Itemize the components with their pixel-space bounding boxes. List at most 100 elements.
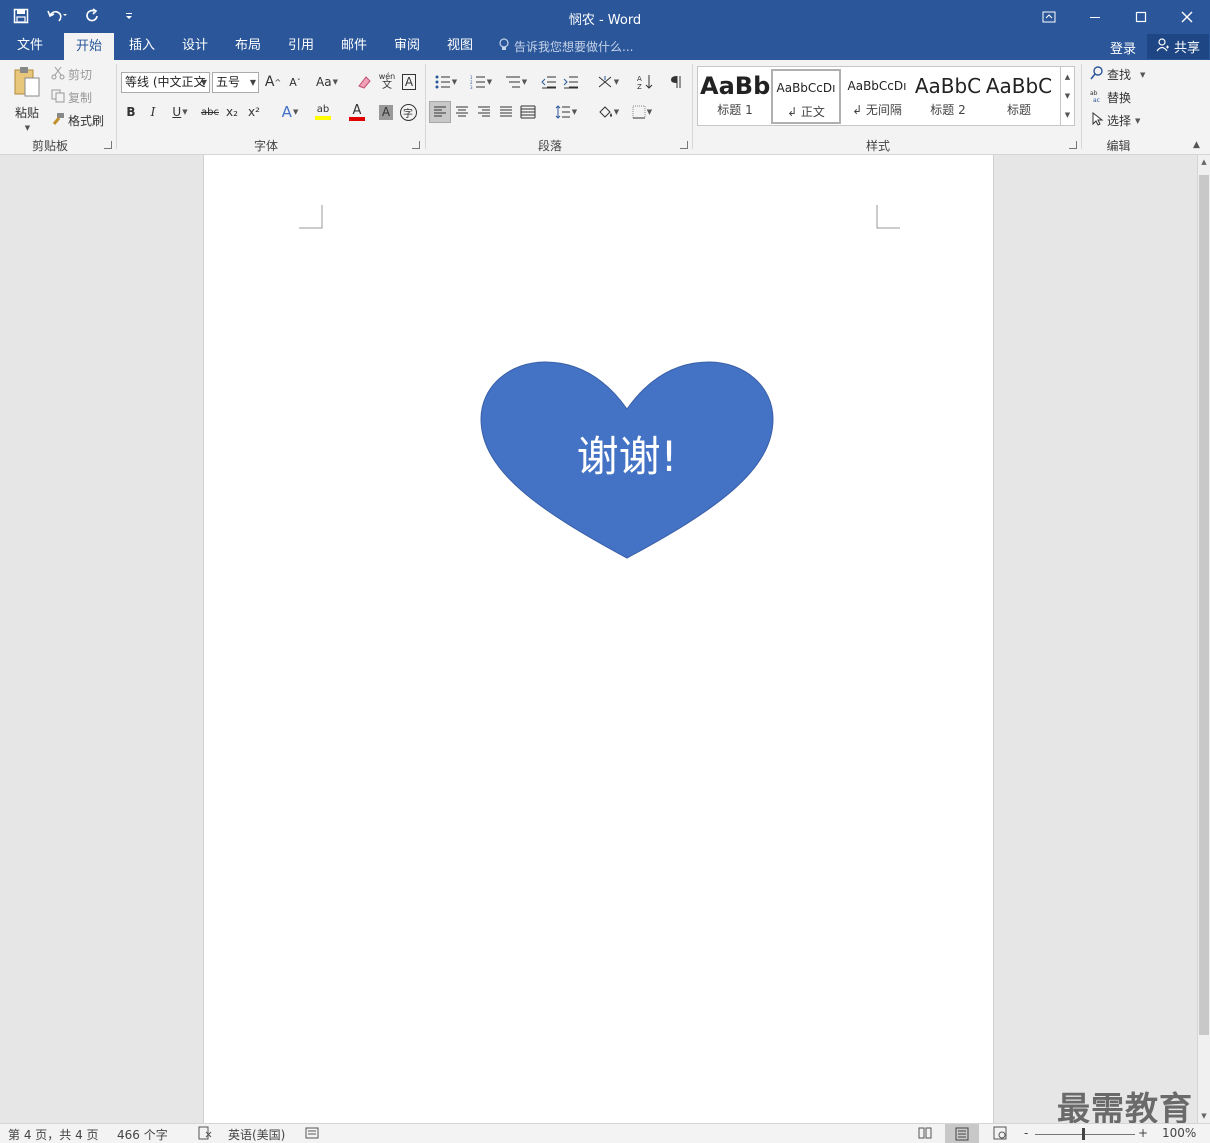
numbering-icon[interactable]: 1 2 3 ▼ — [465, 71, 497, 93]
tab-home[interactable]: 开始 — [64, 33, 114, 60]
scroll-down-icon[interactable]: ▼ — [1198, 1109, 1210, 1123]
document-page[interactable]: 谢谢! — [203, 155, 994, 1123]
grow-font-icon[interactable]: A ^ — [262, 71, 284, 93]
tab-design[interactable]: 设计 — [171, 33, 219, 60]
vertical-scrollbar[interactable]: ▲ ▼ — [1197, 155, 1210, 1123]
format-painter-button[interactable]: 格式刷 — [51, 112, 104, 129]
font-size-combo[interactable]: 五号 ▼ — [212, 72, 259, 93]
zoom-slider[interactable] — [1035, 1134, 1135, 1135]
minimize-icon[interactable] — [1072, 0, 1118, 33]
collapse-ribbon-icon[interactable]: ▲ — [1193, 140, 1200, 150]
justify-icon[interactable] — [495, 101, 517, 123]
font-size-value: 五号 — [216, 75, 241, 89]
share-button[interactable]: 共享 — [1147, 34, 1209, 59]
tab-insert[interactable]: 插入 — [118, 33, 166, 60]
tab-layout[interactable]: 布局 — [224, 33, 272, 60]
close-icon[interactable] — [1164, 0, 1210, 33]
scroll-up-icon[interactable]: ▲ — [1198, 155, 1210, 169]
tab-view[interactable]: 视图 — [436, 33, 484, 60]
style-heading-2[interactable]: AaBbC 标题 2 — [913, 69, 983, 124]
style-title[interactable]: AaBbC 标题 — [984, 69, 1054, 124]
replace-button[interactable]: ab ac 替换 — [1090, 89, 1131, 106]
tell-me-search[interactable]: 告诉我您想要做什么... — [498, 38, 633, 55]
show-formatting-marks-icon[interactable] — [666, 71, 688, 93]
sort-icon[interactable]: AZ — [634, 71, 656, 93]
font-color-button[interactable]: A — [341, 101, 373, 123]
line-spacing-icon[interactable]: ▼ — [550, 101, 582, 123]
zoom-slider-thumb[interactable] — [1082, 1128, 1085, 1140]
text-highlight-button[interactable]: ab — [307, 101, 339, 123]
ribbon-display-options-icon[interactable] — [1026, 0, 1072, 33]
language-indicator[interactable]: 英语(美国) — [228, 1126, 285, 1143]
heart-shape[interactable]: 谢谢! — [480, 361, 774, 559]
copy-button[interactable]: 复制 — [51, 89, 92, 106]
tab-references[interactable]: 引用 — [277, 33, 325, 60]
cut-button[interactable]: 剪切 — [51, 66, 92, 83]
print-layout-icon[interactable] — [945, 1124, 979, 1143]
font-group-label: 字体 — [253, 139, 278, 153]
multilevel-list-icon[interactable]: ▼ — [500, 71, 532, 93]
style-no-spacing[interactable]: AaBbCcDı ↲ 无间隔 — [842, 69, 912, 124]
search-icon — [1090, 66, 1104, 83]
scissors-icon — [51, 66, 65, 83]
align-right-icon[interactable] — [473, 101, 495, 123]
tab-file[interactable]: 文件 — [4, 33, 56, 60]
decrease-indent-icon[interactable] — [538, 71, 560, 93]
align-center-icon[interactable] — [451, 101, 473, 123]
paste-button[interactable]: 粘贴 ▼ — [10, 66, 44, 132]
login-link[interactable]: 登录 — [1110, 38, 1136, 57]
style-heading-1[interactable]: AaBb 标题 1 — [700, 69, 770, 124]
increase-indent-icon[interactable] — [560, 71, 582, 93]
shading-icon[interactable]: ▼ — [592, 101, 624, 123]
borders-icon[interactable]: ▼ — [626, 101, 658, 123]
subscript-button[interactable]: x₂ — [221, 101, 243, 123]
asian-layout-icon[interactable]: ▼ — [592, 71, 624, 93]
bullets-icon[interactable]: ▼ — [430, 71, 462, 93]
align-left-icon[interactable] — [429, 101, 451, 123]
svg-text:3: 3 — [470, 85, 473, 89]
character-shading-icon[interactable]: A — [375, 101, 397, 123]
phonetic-guide-icon[interactable]: wén 文 — [376, 70, 398, 92]
svg-text:Z: Z — [637, 83, 642, 90]
superscript-button[interactable]: x² — [243, 101, 265, 123]
crop-mark-top-left — [299, 205, 323, 229]
underline-button[interactable]: U ▼ — [164, 101, 196, 123]
distributed-icon[interactable] — [517, 101, 539, 123]
tab-review[interactable]: 审阅 — [383, 33, 431, 60]
styles-launcher-icon[interactable] — [1069, 141, 1077, 149]
read-mode-icon[interactable] — [918, 1126, 932, 1143]
style-normal[interactable]: AaBbCcDı ↲ 正文 — [771, 69, 841, 124]
font-launcher-icon[interactable] — [412, 141, 420, 149]
strikethrough-button[interactable]: abc — [199, 101, 221, 123]
macro-recording-icon[interactable] — [305, 1126, 319, 1143]
bold-button[interactable]: B — [120, 101, 142, 123]
select-button[interactable]: 选择 ▼ — [1090, 111, 1140, 129]
clipboard-launcher-icon[interactable] — [104, 141, 112, 149]
gallery-more-icon[interactable]: ▼ — [1065, 111, 1070, 119]
editing-group-label: 编辑 — [1106, 139, 1131, 153]
chevron-down-icon[interactable]: ▼ — [1065, 92, 1070, 100]
font-name-combo[interactable]: 等线 (中文正文 ▼ — [121, 72, 210, 93]
zoom-in-button[interactable]: + — [1138, 1126, 1148, 1140]
italic-button[interactable]: I — [142, 101, 164, 123]
zoom-level[interactable]: 100% — [1162, 1126, 1196, 1140]
shrink-font-icon[interactable]: Aˇ — [284, 71, 306, 93]
zoom-out-button[interactable]: - — [1024, 1126, 1028, 1140]
find-button[interactable]: 查找 ▼ — [1090, 66, 1145, 83]
chevron-up-icon[interactable]: ▲ — [1065, 73, 1070, 81]
scrollbar-thumb[interactable] — [1199, 175, 1209, 1035]
change-case-icon[interactable]: Aa ▼ — [311, 71, 343, 93]
proofing-icon[interactable] — [198, 1126, 212, 1143]
paste-dropdown-icon[interactable]: ▼ — [25, 124, 30, 132]
web-layout-icon[interactable] — [993, 1126, 1007, 1143]
enclose-characters-icon[interactable]: 字 — [397, 101, 419, 123]
clear-formatting-icon[interactable] — [353, 71, 375, 93]
tab-mailings[interactable]: 邮件 — [330, 33, 378, 60]
character-border-icon[interactable]: A — [398, 71, 420, 93]
text-effects-icon[interactable]: A ▼ — [275, 101, 305, 123]
maximize-icon[interactable] — [1118, 0, 1164, 33]
cut-label: 剪切 — [68, 68, 93, 82]
paragraph-launcher-icon[interactable] — [680, 141, 688, 149]
page-count[interactable]: 第 4 页，共 4 页 — [8, 1126, 99, 1143]
word-count[interactable]: 466 个字 — [117, 1126, 168, 1143]
